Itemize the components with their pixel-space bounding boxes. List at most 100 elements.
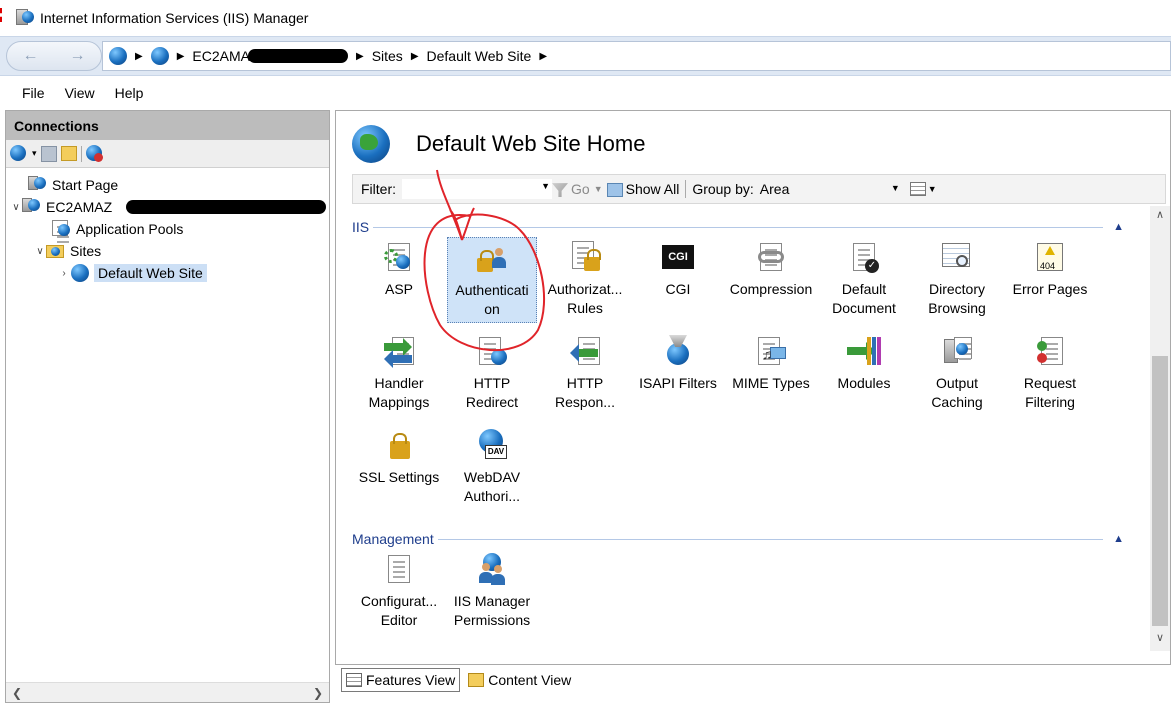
menu-help[interactable]: Help xyxy=(115,85,144,101)
breadcrumb-separator-icon[interactable]: ▶ xyxy=(539,51,547,62)
feature-default-document[interactable]: ✓ Default Document xyxy=(819,241,909,318)
sites-folder-icon xyxy=(46,242,66,260)
site-globe-icon xyxy=(352,125,390,163)
back-arrow-icon[interactable]: ← xyxy=(23,47,39,65)
menu-file[interactable]: File xyxy=(22,85,45,101)
feature-mime-types[interactable]: ♫ MIME Types xyxy=(726,335,816,393)
application-pools-icon xyxy=(52,220,72,238)
forward-arrow-icon[interactable]: → xyxy=(70,47,86,65)
server-icon xyxy=(22,198,42,216)
collapse-iis-icon[interactable]: ▲ xyxy=(1113,221,1124,233)
view-mode-icon[interactable] xyxy=(909,182,926,196)
cgi-icon: CGI xyxy=(661,241,695,275)
feature-ssl-settings[interactable]: SSL Settings xyxy=(354,429,444,487)
feature-directory-browsing[interactable]: Directory Browsing xyxy=(912,241,1002,318)
tree-item-start-page[interactable]: Start Page xyxy=(6,174,329,196)
view-mode-dropdown-icon[interactable]: ▼ xyxy=(928,184,937,194)
content-view-icon xyxy=(468,673,485,687)
go-dropdown-icon[interactable]: ▼ xyxy=(594,184,603,194)
feature-webdav-authoring-rules[interactable]: DAV WebDAV Authori... xyxy=(447,429,537,506)
chevron-down-icon[interactable]: ∨ xyxy=(10,202,22,213)
chevron-down-icon[interactable]: ∨ xyxy=(34,246,46,257)
feature-error-pages[interactable]: 404 Error Pages xyxy=(1005,241,1095,299)
connect-dropdown-icon[interactable]: ▾ xyxy=(32,148,37,159)
breadcrumb-server[interactable]: EC2AMA xyxy=(192,48,250,64)
redaction-mark xyxy=(126,200,326,214)
chevron-down-icon[interactable]: ▼ xyxy=(891,183,900,193)
scroll-up-icon[interactable]: ∧ xyxy=(1150,208,1170,226)
features-panel: Default Web Site Home Filter: ▼ Go ▼ Sho… xyxy=(335,110,1171,665)
breadcrumb-sites[interactable]: Sites xyxy=(372,48,403,64)
feature-authorization-rules[interactable]: Authorizat... Rules xyxy=(540,241,630,318)
http-redirect-icon xyxy=(475,335,509,369)
compression-icon xyxy=(754,241,788,275)
red-edge-marker xyxy=(0,8,3,22)
breadcrumb-separator-icon[interactable]: ▶ xyxy=(411,51,419,62)
request-filtering-icon xyxy=(1033,335,1067,369)
feature-configuration-editor[interactable]: Configurat... Editor xyxy=(354,553,444,630)
feature-http-response-headers[interactable]: HTTP Respon... xyxy=(540,335,630,412)
breadcrumb[interactable]: ▶ ▶ EC2AMA ▶ Sites ▶ Default Web Site ▶ xyxy=(102,41,1171,71)
directory-browsing-icon xyxy=(940,241,974,275)
scroll-right-icon[interactable]: ❯ xyxy=(313,686,323,700)
sites-globe-icon[interactable] xyxy=(150,47,169,65)
feature-output-caching[interactable]: Output Caching xyxy=(912,335,1002,412)
features-view-icon xyxy=(346,673,362,687)
globe-icon[interactable] xyxy=(109,47,127,65)
tab-features-view[interactable]: Features View xyxy=(341,668,461,692)
folder-up-icon[interactable] xyxy=(60,146,77,161)
feature-iis-manager-permissions[interactable]: IIS Manager Permissions xyxy=(447,553,537,630)
section-management[interactable]: Management ▲ xyxy=(352,531,1124,547)
chevron-down-icon[interactable]: ▼ xyxy=(541,181,550,191)
save-icon[interactable] xyxy=(40,145,57,162)
breadcrumb-default-web-site[interactable]: Default Web Site xyxy=(427,48,532,64)
tree-item-server[interactable]: ∨ EC2AMAZ xyxy=(6,196,329,218)
features-vertical-scrollbar[interactable]: ∧ ∨ xyxy=(1150,206,1170,651)
feature-isapi-filters[interactable]: ISAPI Filters xyxy=(633,335,723,393)
ssl-settings-icon xyxy=(382,429,416,463)
group-by-select[interactable]: Area ▼ xyxy=(760,181,900,197)
chevron-right-icon[interactable]: › xyxy=(58,268,70,279)
feature-compression[interactable]: Compression xyxy=(726,241,816,299)
default-document-icon: ✓ xyxy=(847,241,881,275)
scroll-left-icon[interactable]: ❮ xyxy=(12,686,22,700)
tree-item-sites[interactable]: ∨ Sites xyxy=(6,240,329,262)
breadcrumb-separator-icon[interactable]: ▶ xyxy=(135,51,143,62)
scroll-thumb[interactable] xyxy=(1152,356,1168,626)
iis-manager-permissions-icon xyxy=(475,553,509,587)
feature-request-filtering[interactable]: Request Filtering xyxy=(1005,335,1095,412)
handler-mappings-icon xyxy=(382,335,416,369)
feature-cgi[interactable]: CGI CGI xyxy=(633,241,723,299)
disconnect-icon[interactable] xyxy=(85,144,104,163)
filter-input[interactable]: ▼ xyxy=(402,179,552,199)
menu-bar: File View Help xyxy=(0,77,1171,109)
feature-modules[interactable]: Modules xyxy=(819,335,909,393)
breadcrumb-separator-icon[interactable]: ▶ xyxy=(356,51,364,62)
connections-header: Connections xyxy=(6,111,329,140)
breadcrumb-separator-icon[interactable]: ▶ xyxy=(177,51,185,62)
connections-tree: Start Page ∨ EC2AMAZ Application Pools ∨… xyxy=(6,168,329,284)
tree-item-application-pools[interactable]: Application Pools xyxy=(6,218,329,240)
feature-asp[interactable]: ASP xyxy=(354,241,444,299)
scroll-down-icon[interactable]: ∨ xyxy=(1150,631,1170,649)
show-all-button[interactable]: Show All xyxy=(606,181,679,198)
http-response-icon xyxy=(568,335,602,369)
collapse-management-icon[interactable]: ▲ xyxy=(1113,533,1124,545)
tree-item-default-web-site[interactable]: › Default Web Site xyxy=(6,262,329,284)
menu-view[interactable]: View xyxy=(65,85,95,101)
feature-authentication[interactable]: Authenticati on xyxy=(447,237,537,323)
mime-types-icon: ♫ xyxy=(754,335,788,369)
error-pages-icon: 404 xyxy=(1033,241,1067,275)
tab-content-view[interactable]: Content View xyxy=(464,668,575,692)
title-bar: Internet Information Services (IIS) Mana… xyxy=(0,0,1171,36)
section-iis[interactable]: IIS ▲ xyxy=(352,219,1124,235)
start-page-icon xyxy=(28,176,48,194)
go-button[interactable]: Go xyxy=(552,181,590,198)
connections-horizontal-scrollbar[interactable]: ❮ ❯ xyxy=(6,682,329,702)
connect-globe-icon[interactable] xyxy=(10,144,28,163)
iis-app-icon xyxy=(16,9,34,27)
feature-http-redirect[interactable]: HTTP Redirect xyxy=(447,335,537,412)
configuration-editor-icon xyxy=(382,553,416,587)
feature-handler-mappings[interactable]: Handler Mappings xyxy=(354,335,444,412)
features-content: IIS ▲ ASP Authenticati on Authorizat... … xyxy=(352,211,1124,651)
